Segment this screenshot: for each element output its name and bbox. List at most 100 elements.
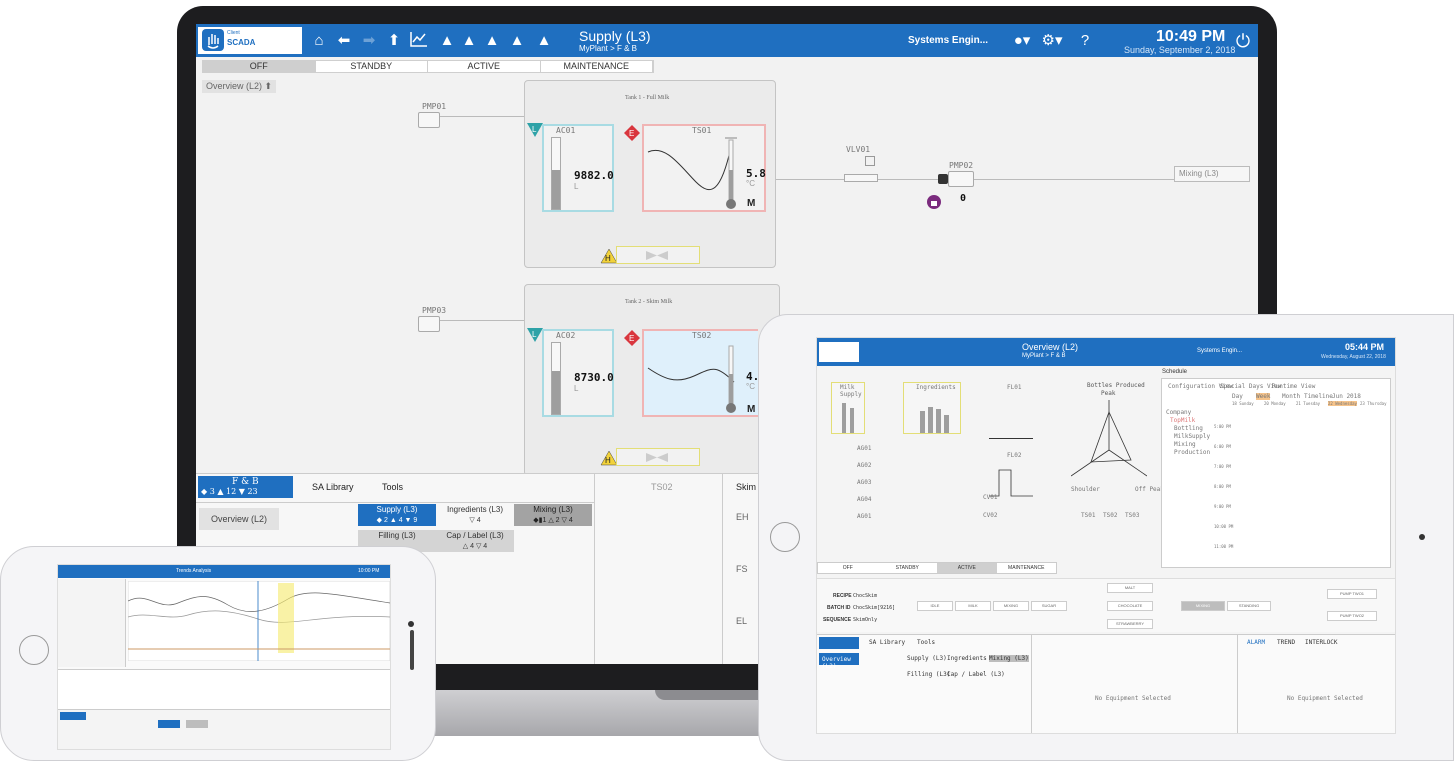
unit-mixing[interactable]: Mixing (L3) bbox=[989, 655, 1029, 662]
area-tab[interactable] bbox=[60, 712, 86, 720]
divider bbox=[1237, 635, 1238, 733]
schedule-tab[interactable]: Runtime View bbox=[1272, 383, 1315, 390]
tab-alarm[interactable]: ALARM bbox=[1247, 639, 1265, 646]
unit-cap-label[interactable]: Cap / Label (L3) △ 4 ▽ 4 bbox=[436, 530, 514, 552]
tank1-title: Tank 1 - Full Milk bbox=[625, 95, 670, 101]
alarm-shelve-icon[interactable]: ▲ bbox=[481, 30, 503, 52]
tank1-valve[interactable] bbox=[616, 246, 700, 264]
ingredients-widget[interactable]: Ingredients bbox=[903, 382, 961, 434]
schedule-view[interactable]: Day bbox=[1232, 393, 1243, 400]
unit-cap-label[interactable]: Cap / Label (L3) bbox=[947, 671, 1005, 678]
valve-label: AG02 bbox=[857, 462, 872, 469]
tank2-temp-tag: TS02 bbox=[692, 331, 712, 340]
iphone-home-button[interactable] bbox=[19, 635, 49, 665]
vlv01-body[interactable] bbox=[844, 174, 878, 182]
ts-panel-title: TS02 bbox=[651, 482, 673, 492]
mixing-link[interactable]: Mixing (L3) bbox=[1174, 166, 1250, 182]
area-tab[interactable] bbox=[819, 637, 859, 649]
tab-sa-library[interactable]: SA Library bbox=[312, 482, 354, 492]
mode-active[interactable]: ACTIVE bbox=[937, 563, 997, 573]
unit-mixing[interactable] bbox=[186, 720, 208, 728]
user-name[interactable]: Systems Engin... bbox=[908, 35, 988, 46]
logo[interactable]: Client SCADA bbox=[198, 27, 302, 54]
mode-maintenance[interactable]: MAINTENANCE bbox=[541, 61, 653, 72]
unit-supply[interactable]: Supply (L3) ◆ 2 ▲ 4 ▼ 9 bbox=[358, 504, 436, 526]
ipad-user[interactable]: Systems Engin... bbox=[1197, 348, 1242, 354]
tab-sa-library[interactable]: SA Library bbox=[869, 639, 905, 646]
sequence-step: STRAWBERRY bbox=[1107, 619, 1153, 629]
tank2-title: Tank 2 - Skim Milk bbox=[625, 299, 673, 305]
schedule-view[interactable]: Week bbox=[1256, 393, 1271, 400]
page-title: Supply (L3) bbox=[579, 28, 651, 44]
help-icon[interactable]: ? bbox=[1074, 30, 1096, 52]
milk-supply-widget[interactable]: Milk Supply bbox=[831, 382, 865, 434]
tank1-level-unit: L bbox=[574, 182, 579, 191]
day-col: 23 Thursday bbox=[1360, 401, 1387, 406]
ipad-home-button[interactable] bbox=[770, 522, 800, 552]
logo[interactable] bbox=[819, 342, 859, 362]
up-icon[interactable]: ⬆ bbox=[383, 30, 405, 52]
schedule-view[interactable]: Month bbox=[1282, 393, 1300, 400]
unit-mixing[interactable]: Mixing (L3) ◆▮1 △ 2 ▽ 4 bbox=[514, 504, 592, 526]
sequence-value: SkimOnly bbox=[853, 617, 878, 623]
ipad-screen: Overview (L2) MyPlant > F & B Systems En… bbox=[816, 337, 1396, 734]
alarm-comment-icon[interactable]: ▲ bbox=[506, 30, 528, 52]
home-icon[interactable]: ⌂ bbox=[308, 30, 330, 52]
tree-item[interactable]: Production bbox=[1174, 449, 1210, 456]
tank2-level-fill bbox=[552, 371, 560, 414]
user-icon[interactable]: ●▾ bbox=[1011, 30, 1033, 52]
bar bbox=[944, 415, 949, 433]
alarm-icon[interactable]: ▲ bbox=[436, 30, 458, 52]
tree-item[interactable]: Bottling bbox=[1174, 425, 1203, 432]
tree-item[interactable]: MilkSupply bbox=[1174, 433, 1210, 440]
tab-tools[interactable]: Tools bbox=[382, 482, 403, 492]
overview-link[interactable]: Overview (L2) ⬆ bbox=[202, 80, 277, 93]
tab-interlock[interactable]: INTERLOCK bbox=[1305, 639, 1338, 646]
tree-item[interactable]: Company bbox=[1166, 409, 1191, 416]
power-icon[interactable]: ⏻ bbox=[1232, 30, 1254, 52]
vlv01-label: VLV01 bbox=[846, 145, 871, 154]
gear-icon[interactable]: ⚙▾ bbox=[1041, 30, 1063, 52]
back-icon[interactable]: ⬅ bbox=[333, 30, 355, 52]
sequence-step: STANDING bbox=[1227, 601, 1271, 611]
mode-off[interactable]: OFF bbox=[818, 563, 878, 573]
unit-filling[interactable]: Filling (L3) bbox=[907, 671, 950, 678]
alarm-ack-icon[interactable]: ▲ bbox=[458, 30, 480, 52]
mode-maintenance[interactable]: MAINTENANCE bbox=[997, 563, 1057, 573]
unit-name: Ingredients (L3) bbox=[446, 505, 504, 514]
schedule-view[interactable]: Timeline bbox=[1304, 393, 1333, 400]
overview-button[interactable]: Overview (L2) bbox=[819, 653, 859, 670]
tree-item[interactable]: Mixing bbox=[1174, 441, 1196, 448]
trend-chart bbox=[128, 581, 390, 661]
mode-bar: OFF STANDBY ACTIVE MAINTENANCE bbox=[202, 60, 654, 73]
mode-active[interactable]: ACTIVE bbox=[428, 61, 541, 72]
mode-off[interactable]: OFF bbox=[203, 61, 316, 72]
vlv01-actuator[interactable] bbox=[865, 156, 875, 166]
svg-text:H: H bbox=[605, 254, 611, 263]
sequence-step: CHOCOLATE bbox=[1107, 601, 1153, 611]
time-row: 5:00 PM bbox=[1214, 424, 1231, 429]
tank2-valve[interactable] bbox=[616, 448, 700, 466]
time-row: 9:00 PM bbox=[1214, 504, 1231, 509]
alarm-count-icon[interactable]: ▲ bbox=[533, 30, 555, 52]
error-alarm-icon: E bbox=[624, 330, 640, 346]
mode-standby[interactable]: STANDBY bbox=[316, 61, 428, 72]
svg-text:E: E bbox=[629, 334, 634, 343]
trend-icon[interactable] bbox=[408, 30, 430, 52]
unit-supply[interactable]: Supply (L3) bbox=[907, 655, 947, 662]
tab-tools[interactable]: Tools bbox=[917, 639, 935, 646]
unit-name: Filling (L3) bbox=[378, 531, 416, 540]
tab-trend[interactable]: TREND bbox=[1277, 639, 1295, 646]
iphone-bottom-panel bbox=[58, 709, 390, 749]
unit-supply[interactable] bbox=[158, 720, 180, 728]
day-col: 22 Wednesday bbox=[1328, 401, 1357, 406]
overview-button[interactable]: Overview (L2) bbox=[199, 508, 279, 530]
area-tab[interactable]: F & B ◆ 3 ▲ 12 ▼ 23 bbox=[198, 476, 293, 498]
pmp02-pump[interactable] bbox=[948, 171, 974, 187]
tree-item[interactable]: TopMilk bbox=[1170, 417, 1195, 424]
pmp03-pump[interactable] bbox=[418, 316, 440, 332]
forward-icon[interactable]: ➡ bbox=[358, 30, 380, 52]
mode-standby[interactable]: STANDBY bbox=[878, 563, 938, 573]
pmp01-pump[interactable] bbox=[418, 112, 440, 128]
unit-ingredients[interactable]: Ingredients (L3) ▽ 4 bbox=[436, 504, 514, 526]
